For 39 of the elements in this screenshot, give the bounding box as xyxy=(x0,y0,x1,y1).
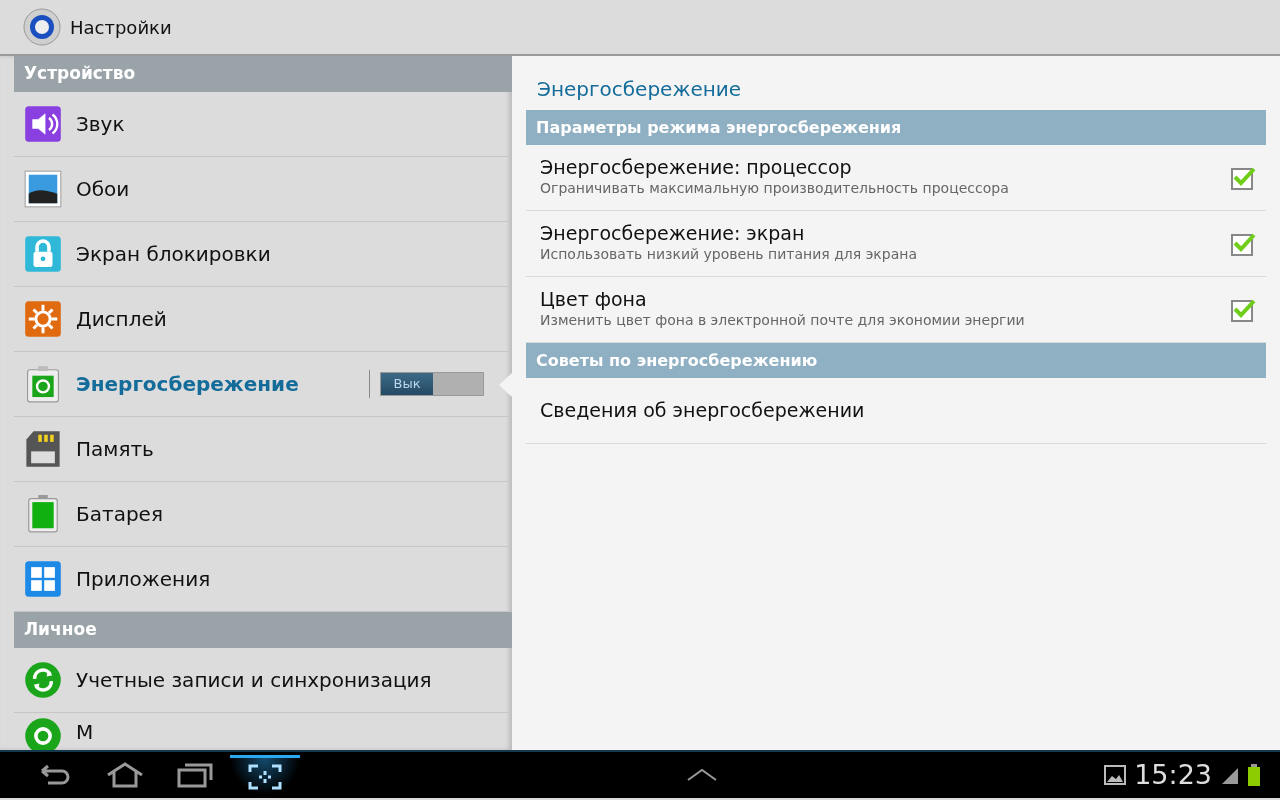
section-header: Советы по энергосбережению xyxy=(526,343,1266,378)
sidebar-item[interactable]: Дисплей xyxy=(14,287,512,352)
battery-icon xyxy=(1248,764,1260,786)
setting-summary: Ограничивать максимальную производительность процессора xyxy=(540,179,1009,199)
sync-icon xyxy=(24,661,62,699)
signal-icon xyxy=(1220,766,1240,784)
sidebar-item[interactable]: Обои xyxy=(14,157,512,222)
sidebar-item[interactable]: Учетные записи и синхронизация xyxy=(14,648,512,713)
speaker-icon xyxy=(24,105,62,143)
setting-title: Сведения об энергосбережении xyxy=(540,399,865,422)
sidebar-item[interactable]: Звук xyxy=(14,92,512,157)
caret-icon xyxy=(686,768,719,782)
stacked-windows-icon xyxy=(177,762,213,788)
setting-summary: Использовать низкий уровень питания для экрана xyxy=(540,245,917,265)
sidebar-item[interactable]: Экран блокировки xyxy=(14,222,512,287)
sidebar-item[interactable]: М xyxy=(14,713,512,750)
padlock-icon xyxy=(24,235,62,273)
app-title: Настройки xyxy=(70,15,172,40)
setting-title: Энергосбережение: процессор xyxy=(540,155,853,179)
setting-title: Цвет фона xyxy=(540,287,648,311)
sidebar-item[interactable]: Память xyxy=(14,417,512,482)
sidebar-item[interactable]: Батарея xyxy=(14,482,512,547)
picture-icon xyxy=(24,170,62,208)
setting-title: Энергосбережение: экран xyxy=(540,221,806,245)
grid-icon xyxy=(24,560,62,598)
screen-capture-icon xyxy=(248,763,282,790)
image-icon xyxy=(1104,765,1127,785)
target-icon xyxy=(24,717,62,750)
section-header: Параметры режима энергосбережения xyxy=(526,110,1266,145)
back-arrow-icon xyxy=(38,763,72,787)
sd-card-icon xyxy=(24,430,62,468)
sun-icon xyxy=(24,300,62,338)
house-icon xyxy=(105,762,145,788)
section-header: Личное xyxy=(14,612,512,648)
toggle-switch[interactable]: Вык xyxy=(380,372,484,396)
clock-time: 15:23 xyxy=(1134,757,1212,792)
section-header: Устройство xyxy=(14,56,512,92)
setting-summary: Изменить цвет фона в электронной почте для экономии энергии xyxy=(540,311,1025,331)
page-title: Энергосбережение xyxy=(536,76,743,103)
